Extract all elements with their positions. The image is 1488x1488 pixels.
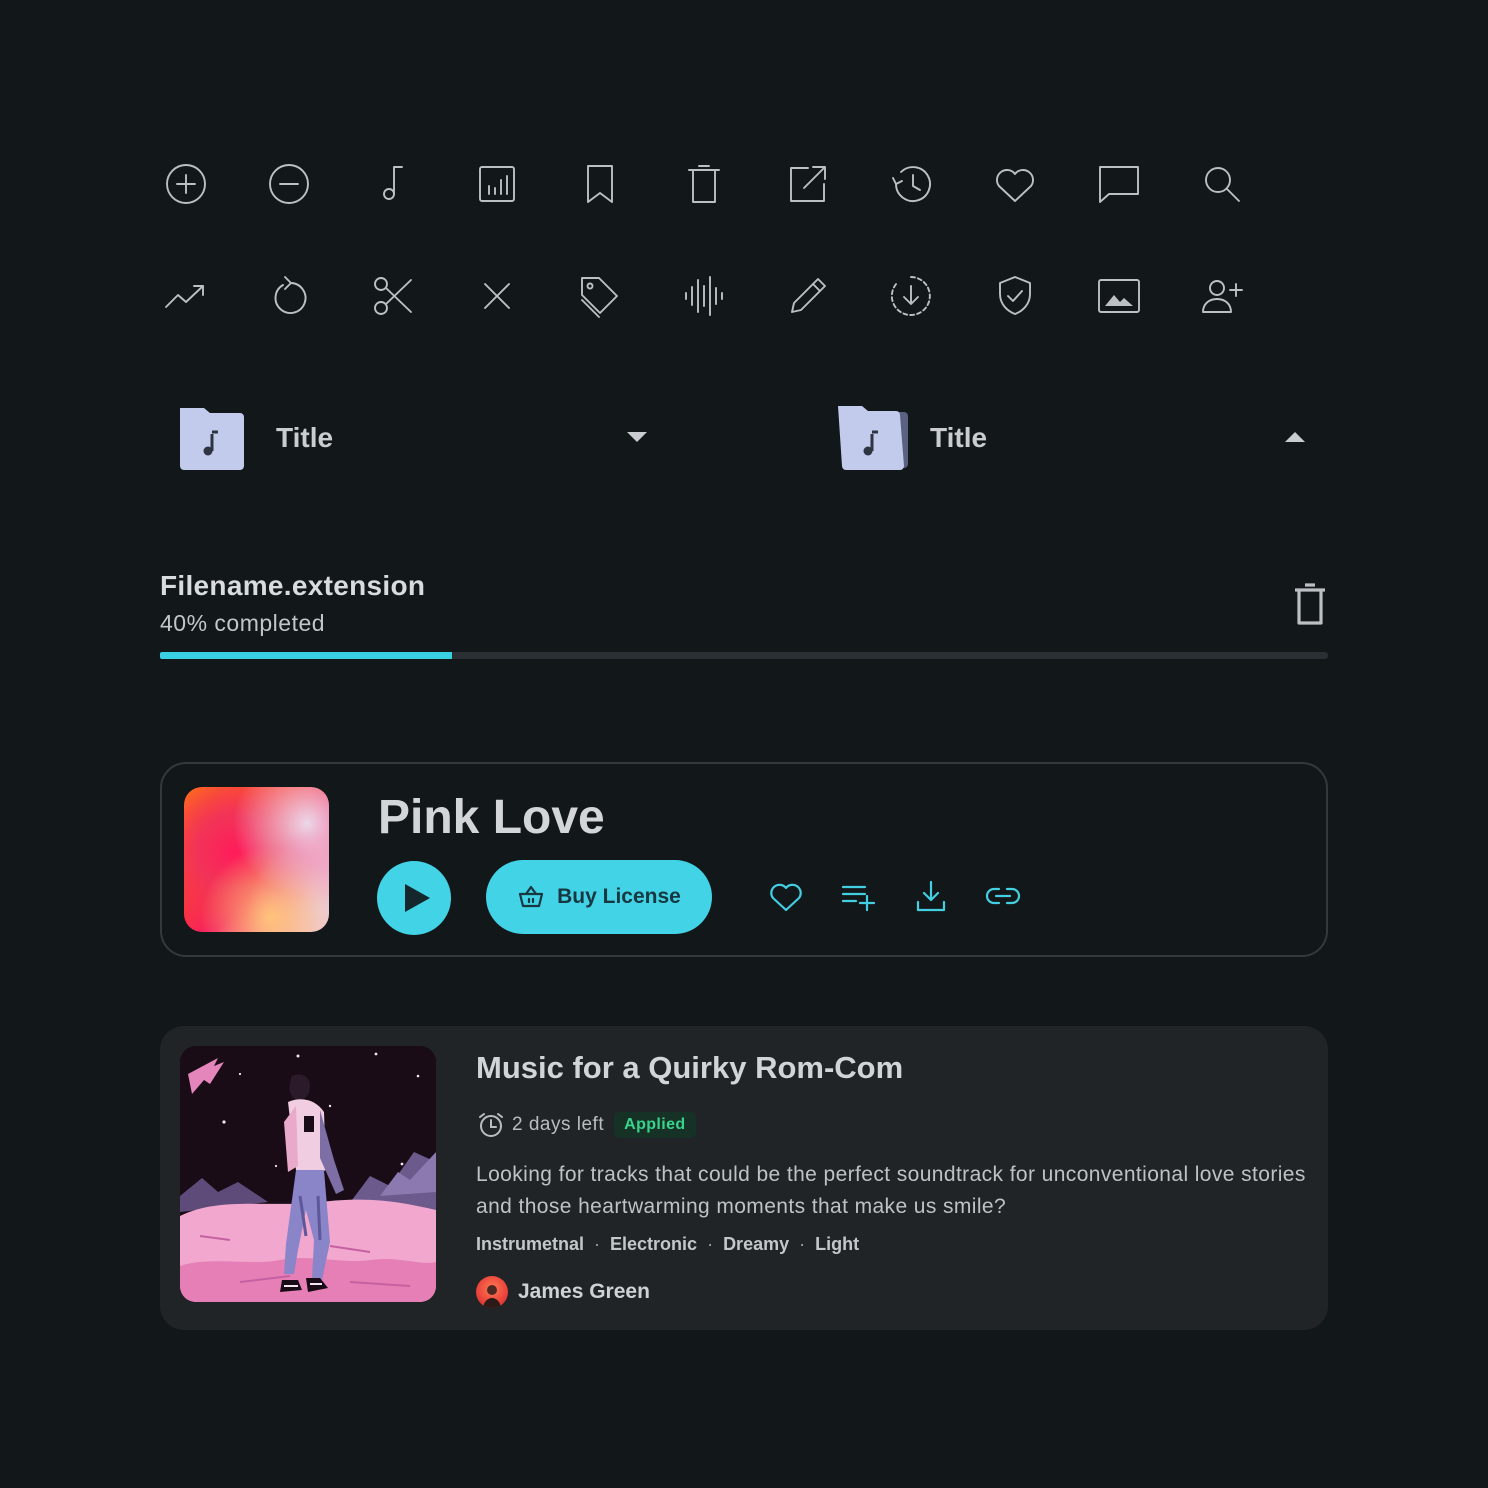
trash-icon[interactable] xyxy=(678,156,730,212)
download-circle-icon[interactable] xyxy=(885,268,937,324)
image-icon[interactable] xyxy=(1093,268,1145,324)
upload-filename: Filename.extension xyxy=(160,570,426,601)
heart-icon[interactable] xyxy=(989,156,1041,212)
deadline-text: 2 days left xyxy=(512,1114,605,1135)
folder-row-collapsed[interactable]: Title xyxy=(176,402,656,474)
alarm-clock-icon xyxy=(479,1113,503,1137)
music-folder-icon xyxy=(176,402,248,474)
add-to-playlist-button[interactable] xyxy=(838,876,878,916)
shield-check-icon[interactable] xyxy=(989,268,1041,324)
icon-row-2 xyxy=(160,268,1300,324)
brief-tags: Instrumetnal · Electronic · Dreamy · Lig… xyxy=(476,1234,859,1255)
icon-row-1 xyxy=(160,156,1300,212)
author-name: James Green xyxy=(518,1280,650,1303)
upload-item: Filename.extension 40% completed xyxy=(160,570,1328,665)
link-icon xyxy=(985,887,1021,905)
tag[interactable]: Electronic xyxy=(610,1234,697,1255)
download-icon xyxy=(916,880,946,912)
tag-separator: · xyxy=(799,1234,806,1254)
tag[interactable]: Instrumetnal xyxy=(476,1234,584,1255)
heart-icon xyxy=(770,883,802,912)
tag-separator: · xyxy=(594,1234,601,1254)
track-cover-art xyxy=(184,787,329,932)
track-title: Pink Love xyxy=(378,791,605,844)
copy-link-button[interactable] xyxy=(983,876,1023,916)
upload-progress-bar xyxy=(160,652,1328,659)
add-user-icon[interactable] xyxy=(1196,268,1248,324)
chart-box-icon[interactable] xyxy=(471,156,523,212)
buy-license-label: Buy License xyxy=(557,885,681,908)
download-button[interactable] xyxy=(911,876,951,916)
folder-row-expanded[interactable]: Title xyxy=(834,402,1314,474)
tag[interactable]: Light xyxy=(815,1234,859,1255)
comment-icon[interactable] xyxy=(1093,156,1145,212)
add-to-playlist-icon xyxy=(841,885,876,912)
add-circle-icon[interactable] xyxy=(160,156,212,212)
upload-status: 40% completed xyxy=(160,610,326,636)
brief-meta: 2 days left Applied xyxy=(476,1110,696,1140)
trash-icon[interactable] xyxy=(1292,582,1328,626)
bookmark-icon[interactable] xyxy=(575,156,627,212)
status-badge: Applied xyxy=(614,1112,696,1138)
tags-icon[interactable] xyxy=(575,268,627,324)
tag-separator: · xyxy=(707,1234,714,1254)
close-icon[interactable] xyxy=(471,268,523,324)
buy-license-button[interactable]: Buy License xyxy=(486,860,712,934)
avatar xyxy=(476,1276,508,1308)
music-folder-open-icon xyxy=(834,402,908,474)
trending-up-icon[interactable] xyxy=(160,268,212,324)
folder-title: Title xyxy=(276,422,334,453)
search-icon[interactable] xyxy=(1196,156,1248,212)
favorite-button[interactable] xyxy=(766,876,806,916)
pencil-icon[interactable] xyxy=(782,268,834,324)
icon-grid xyxy=(160,156,1300,380)
brief-author[interactable]: James Green xyxy=(476,1276,650,1308)
upload-progress-fill xyxy=(160,652,452,659)
brief-card[interactable]: Music for a Quirky Rom-Com 2 days left A… xyxy=(160,1026,1328,1330)
tag[interactable]: Dreamy xyxy=(723,1234,789,1255)
folder-title: Title xyxy=(930,422,988,453)
open-external-icon[interactable] xyxy=(782,156,834,212)
history-icon[interactable] xyxy=(885,156,937,212)
brief-cover-art xyxy=(180,1046,436,1302)
track-card: Pink Love Buy License xyxy=(160,762,1328,957)
play-icon xyxy=(405,884,430,912)
caret-down-icon[interactable] xyxy=(626,430,648,444)
brief-description: Looking for tracks that could be the per… xyxy=(476,1163,1306,1218)
scissors-icon[interactable] xyxy=(367,268,419,324)
play-button[interactable] xyxy=(377,861,451,935)
waveform-icon[interactable] xyxy=(678,268,730,324)
music-note-icon[interactable] xyxy=(367,156,419,212)
caret-up-icon[interactable] xyxy=(1284,430,1306,444)
refresh-icon[interactable] xyxy=(264,268,316,324)
basket-icon xyxy=(519,885,544,908)
remove-circle-icon[interactable] xyxy=(264,156,316,212)
brief-title: Music for a Quirky Rom-Com xyxy=(476,1050,904,1085)
